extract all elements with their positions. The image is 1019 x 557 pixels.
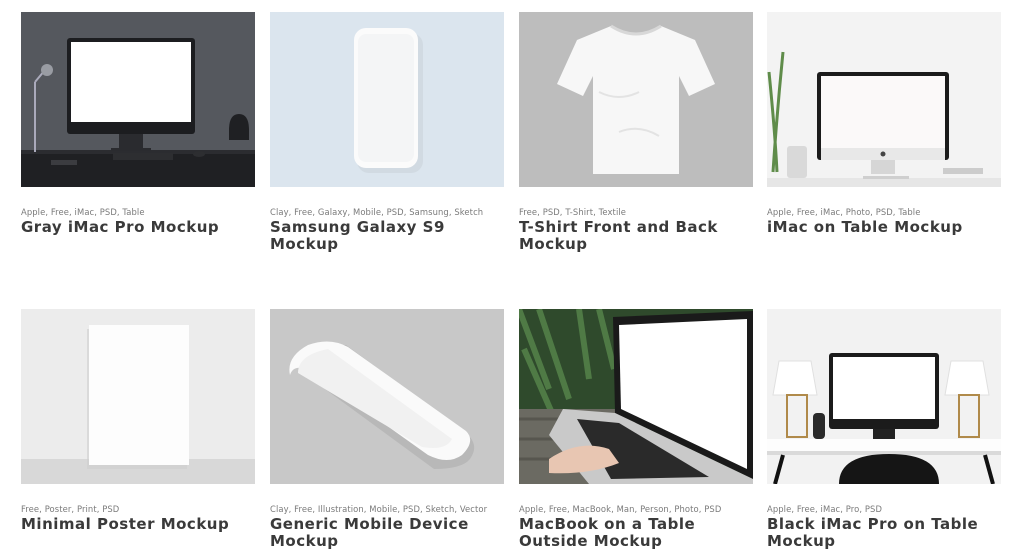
mockup-tags[interactable]: Clay, Free, Illustration, Mobile, PSD, S… bbox=[270, 504, 510, 514]
imac-table-thumbnail bbox=[767, 12, 1001, 187]
mockup-tags[interactable]: Clay, Free, Galaxy, Mobile, PSD, Samsung… bbox=[270, 207, 510, 217]
mockup-title[interactable]: Samsung Galaxy S9 Mockup bbox=[270, 219, 504, 253]
macbook-outdoor-thumbnail bbox=[519, 309, 753, 484]
mockup-tags[interactable]: Apple, Free, iMac, Photo, PSD, Table bbox=[767, 207, 1007, 217]
mockup-thumbnail-link[interactable] bbox=[519, 309, 753, 484]
mockup-title[interactable]: T-Shirt Front and Back Mockup bbox=[519, 219, 753, 253]
mockup-title[interactable]: Generic Mobile Device Mockup bbox=[270, 516, 504, 550]
tshirt-thumbnail bbox=[519, 12, 753, 187]
mockup-thumbnail-link[interactable] bbox=[21, 309, 255, 484]
mockup-tags[interactable]: Free, Poster, Print, PSD bbox=[21, 504, 261, 514]
mockup-thumbnail-link[interactable] bbox=[767, 12, 1001, 187]
mockup-title[interactable]: Minimal Poster Mockup bbox=[21, 516, 255, 533]
imac-desk-thumbnail bbox=[21, 12, 255, 187]
isometric-phone-thumbnail bbox=[270, 309, 504, 484]
phone-thumbnail bbox=[270, 12, 504, 187]
mockup-thumbnail-link[interactable] bbox=[767, 309, 1001, 484]
black-imac-desk-thumbnail bbox=[767, 309, 1001, 484]
mockup-tags[interactable]: Apple, Free, iMac, PSD, Table bbox=[21, 207, 261, 217]
mockup-title[interactable]: Gray iMac Pro Mockup bbox=[21, 219, 255, 236]
mockup-title[interactable]: iMac on Table Mockup bbox=[767, 219, 1001, 236]
mockup-thumbnail-link[interactable] bbox=[270, 12, 504, 187]
mockup-tags[interactable]: Apple, Free, MacBook, Man, Person, Photo… bbox=[519, 504, 759, 514]
mockup-tags[interactable]: Apple, Free, iMac, Pro, PSD bbox=[767, 504, 1007, 514]
mockup-thumbnail-link[interactable] bbox=[21, 12, 255, 187]
mockup-grid: Apple, Free, iMac, PSD, Table Gray iMac … bbox=[0, 0, 1019, 557]
mockup-thumbnail-link[interactable] bbox=[519, 12, 753, 187]
mockup-title[interactable]: MacBook on a Table Outside Mockup bbox=[519, 516, 753, 550]
mockup-tags[interactable]: Free, PSD, T-Shirt, Textile bbox=[519, 207, 759, 217]
mockup-thumbnail-link[interactable] bbox=[270, 309, 504, 484]
poster-thumbnail bbox=[21, 309, 255, 484]
mockup-title[interactable]: Black iMac Pro on Table Mockup bbox=[767, 516, 1001, 550]
